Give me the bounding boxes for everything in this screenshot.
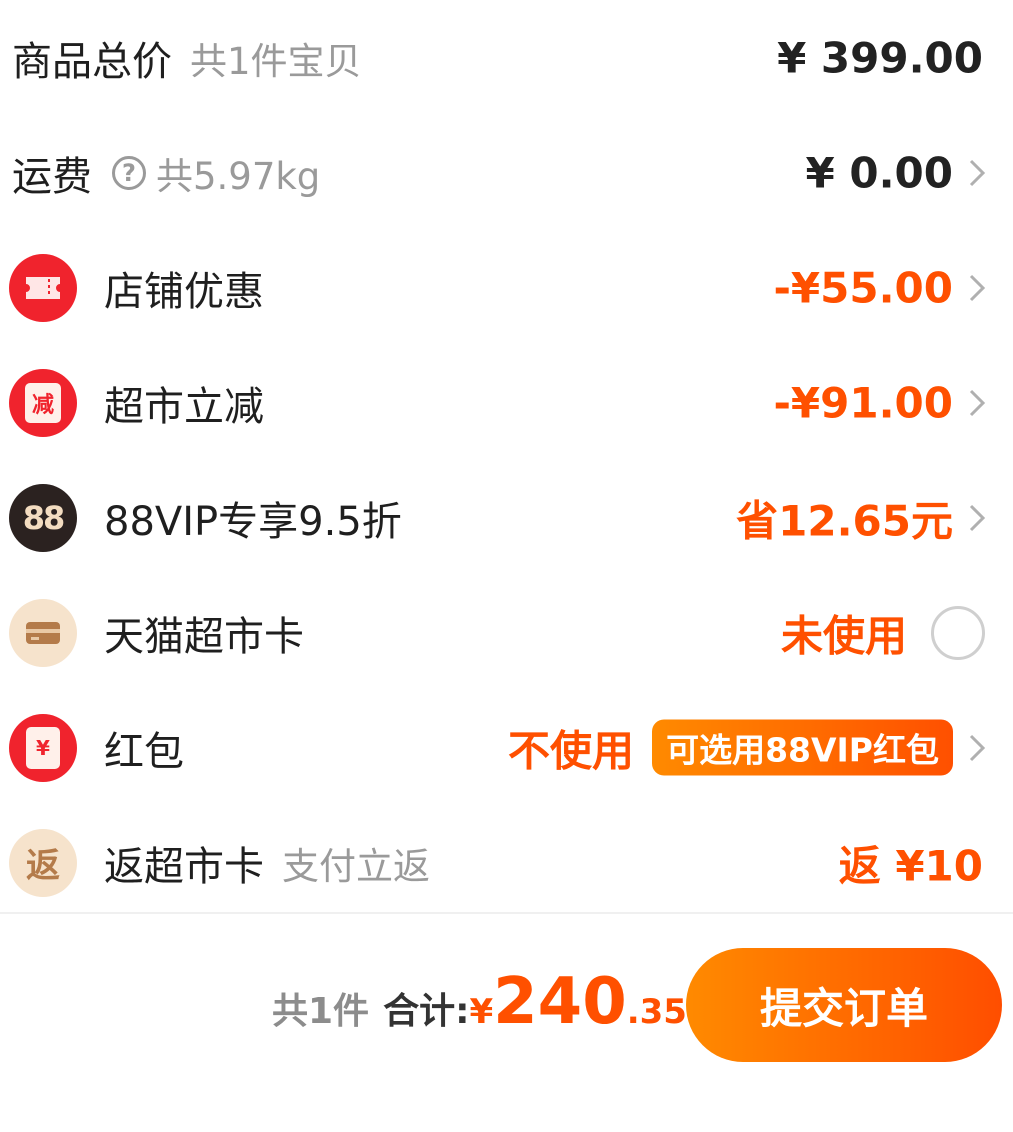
redpacket-row[interactable]: ¥ 红包 不使用 可选用88VIP红包	[0, 690, 1013, 805]
vip-discount-label: 88VIP专享9.5折	[104, 498, 402, 545]
redpacket-label: 红包	[104, 728, 184, 775]
cashback-amount-wrap: 返 ¥10	[839, 832, 983, 893]
goods-total-label: 商品总价	[12, 38, 172, 85]
vip-discount-amount-wrap: 省12.65元	[736, 487, 953, 548]
goods-count: 共1件宝贝	[190, 39, 362, 83]
market-card-status-wrap: 未使用	[781, 602, 907, 663]
reduce-icon: 减	[9, 368, 77, 437]
vip-discount-amount: 省12.65元	[736, 496, 953, 545]
market-discount-amount-wrap: -¥91.00	[773, 378, 953, 427]
vip-discount-row[interactable]: 88 88VIP专享9.5折 省12.65元	[0, 460, 1013, 575]
goods-total-row: 商品总价 共1件宝贝 ¥ 399.00	[0, 0, 1013, 115]
shipping-amount: ¥ 0.00	[805, 148, 953, 197]
help-icon[interactable]: ?	[112, 155, 146, 190]
store-discount-label: 店铺优惠	[104, 268, 264, 315]
cashback-icon-text: 返	[26, 846, 60, 886]
store-discount-amount: -¥55.00	[773, 263, 953, 312]
market-card-status: 未使用	[780, 611, 907, 660]
cashback-row: 返 返超市卡 支付立返 返 ¥10	[0, 805, 1013, 920]
goods-amount: ¥ 399.00	[777, 33, 983, 82]
cashback-label-wrap: 返超市卡 支付立返	[104, 834, 430, 892]
shipping-label: 运费	[12, 153, 92, 200]
reduce-icon-text: 减	[31, 392, 54, 418]
footer-currency: ¥	[469, 992, 494, 1032]
vip-redpacket-badge[interactable]: 可选用88VIP红包	[652, 719, 953, 776]
footer-total-decimal: .35	[626, 992, 687, 1032]
footer-total-label: 合计:	[383, 991, 470, 1032]
chevron-right-icon[interactable]	[965, 268, 989, 308]
footer-total: 共1件 合计: ¥ 240 .35	[272, 965, 687, 1039]
footer-divider	[0, 912, 1013, 914]
store-discount-row[interactable]: 店铺优惠 -¥55.00	[0, 230, 1013, 345]
market-discount-label: 超市立减	[104, 383, 264, 430]
redpacket-icon-tile: ¥	[26, 726, 60, 769]
cashback-icon: 返	[9, 828, 77, 897]
shipping-amount-wrap: ¥ 0.00	[806, 148, 953, 197]
market-card-radio[interactable]	[931, 605, 985, 660]
vip-icon-text: 88	[22, 498, 66, 537]
store-discount-amount-wrap: -¥55.00	[773, 263, 953, 312]
footer-total-integer: 240	[493, 965, 627, 1039]
chevron-right-icon[interactable]	[965, 383, 989, 423]
reduce-icon-tile: 减	[25, 382, 61, 423]
market-card-label: 天猫超市卡	[104, 613, 304, 660]
redpacket-icon-text: ¥	[36, 735, 50, 760]
market-discount-amount: -¥91.00	[773, 378, 953, 427]
redpacket-status-wrap: 不使用 可选用88VIP红包	[508, 717, 953, 778]
shipping-row[interactable]: 运费 ? 共5.97kg ¥ 0.00	[0, 115, 1013, 230]
card-icon	[9, 598, 77, 667]
goods-amount-wrap: ¥ 399.00	[777, 33, 983, 82]
redpacket-status: 不使用	[508, 726, 635, 775]
chevron-right-icon[interactable]	[965, 153, 989, 193]
chevron-right-icon[interactable]	[965, 498, 989, 538]
shipping-weight: 共5.97kg	[156, 154, 321, 198]
cashback-sub: 支付立返	[282, 844, 430, 888]
cashback-amount: 返 ¥10	[838, 841, 983, 890]
vip-88-icon: 88	[9, 483, 77, 552]
chevron-right-icon[interactable]	[965, 728, 989, 768]
redpacket-icon: ¥	[9, 713, 77, 782]
footer-count: 共1件	[272, 991, 370, 1032]
market-discount-row[interactable]: 减 超市立减 -¥91.00	[0, 345, 1013, 460]
ticket-icon	[9, 253, 77, 322]
shipping-label-wrap: 运费 ? 共5.97kg	[12, 144, 320, 202]
submit-order-button[interactable]: 提交订单	[686, 948, 1002, 1062]
cashback-label: 返超市卡	[104, 843, 264, 890]
goods-total-label-wrap: 商品总价 共1件宝贝	[12, 29, 362, 87]
market-card-row[interactable]: 天猫超市卡 未使用	[0, 575, 1013, 690]
